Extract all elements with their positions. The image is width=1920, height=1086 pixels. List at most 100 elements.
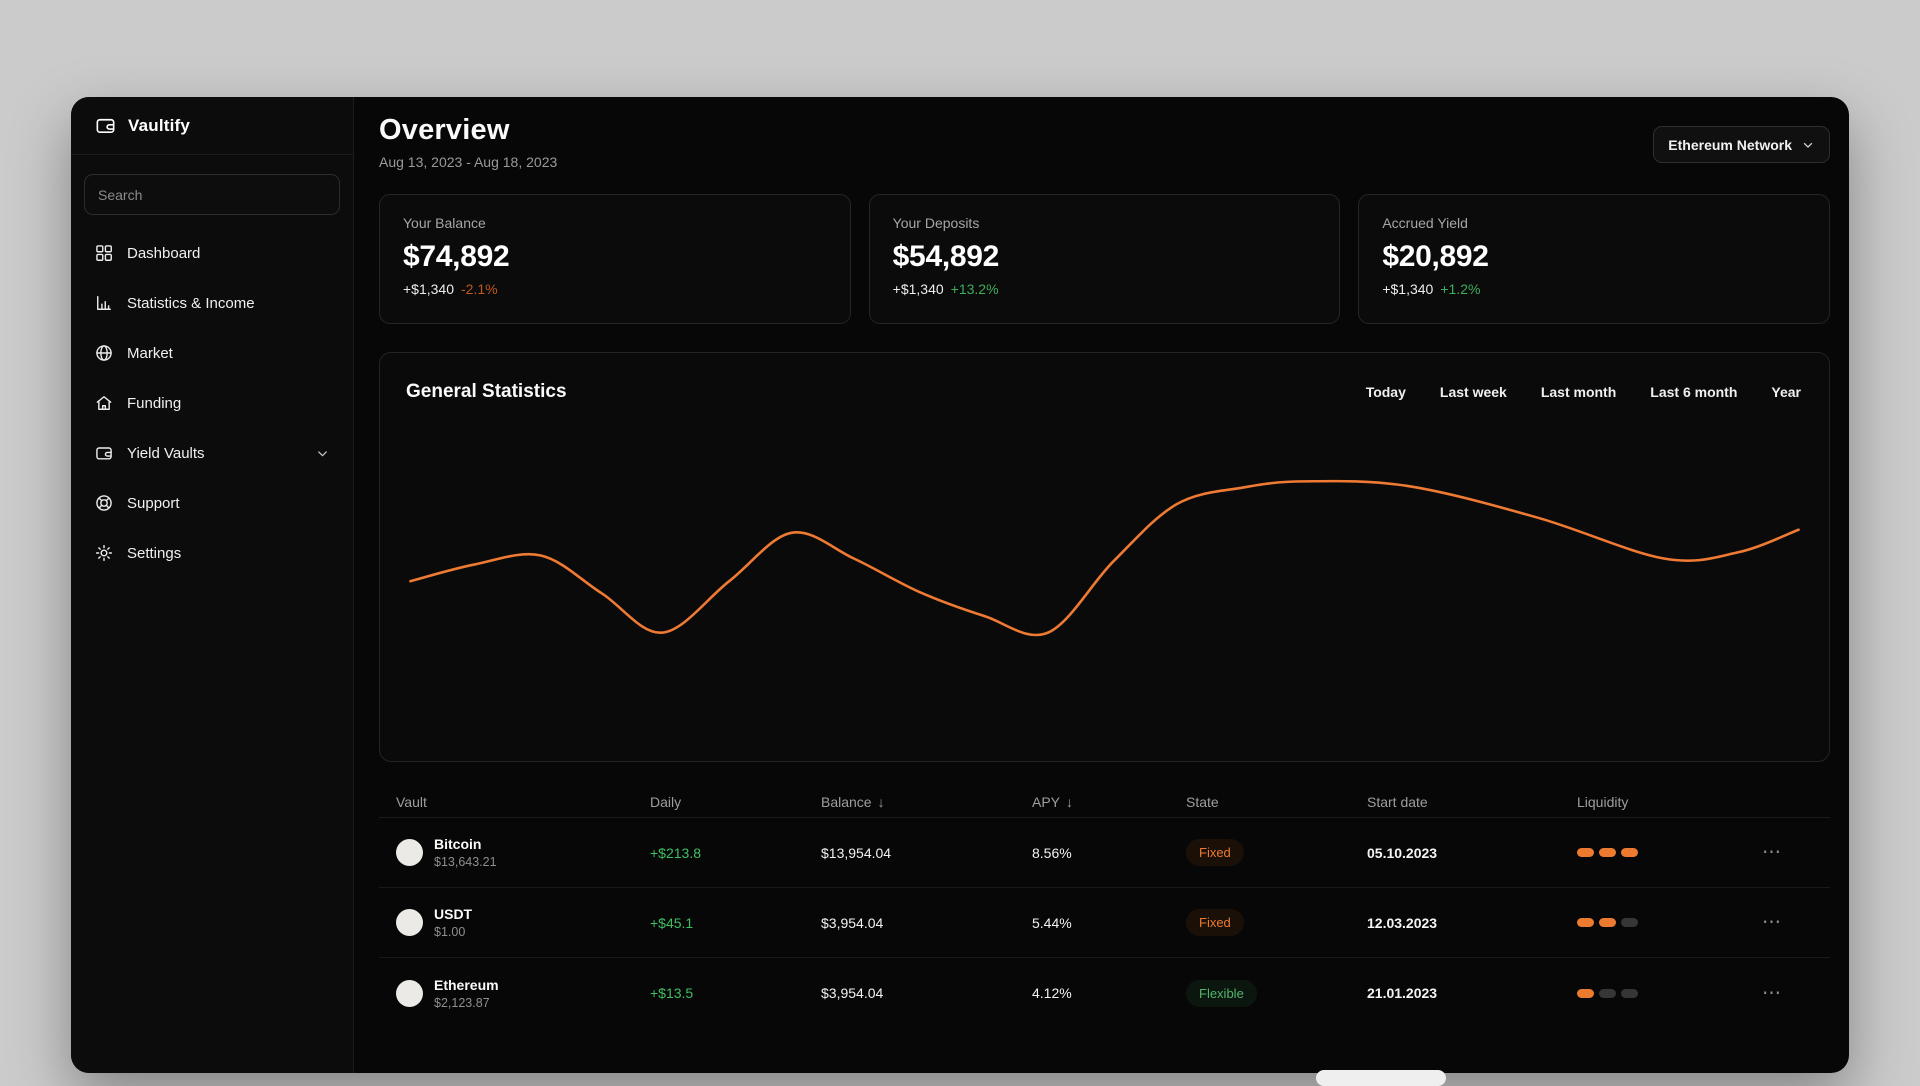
filter-last-week[interactable]: Last week xyxy=(1440,384,1507,400)
filter-year[interactable]: Year xyxy=(1771,384,1801,400)
sidebar-item-support[interactable]: Support xyxy=(94,478,330,528)
table-row-bitcoin[interactable]: Bitcoin $13,643.21 +$213.8 $13,954.04 8.… xyxy=(379,818,1830,888)
sidebar-item-label: Support xyxy=(127,494,180,512)
sort-desc-icon: ↓ xyxy=(877,794,885,810)
chart-title: General Statistics xyxy=(406,381,567,402)
globe-icon xyxy=(96,345,112,361)
stat-card-label: Your Deposits xyxy=(892,215,980,231)
sidebar-item-yield-vaults[interactable]: Yield Vaults xyxy=(94,428,330,478)
sidebar-item-label: Dashboard xyxy=(127,244,201,262)
vault-coin-avatar xyxy=(396,909,423,936)
statistics-line-chart xyxy=(409,479,1800,637)
app-name: Vaultify xyxy=(128,115,191,135)
cell-daily: +$45.1 xyxy=(650,914,694,931)
app-logo: Vaultify xyxy=(71,97,353,155)
vault-price: $2,123.87 xyxy=(434,995,490,1010)
partial-bottom-element xyxy=(1316,1070,1446,1086)
vault-coin-avatar xyxy=(396,839,423,866)
cell-balance: $3,954.04 xyxy=(821,914,884,931)
chevron-down-icon xyxy=(318,450,327,456)
cell-apy: 5.44% xyxy=(1032,914,1072,931)
general-statistics-panel: General Statistics Today Last week Last … xyxy=(379,352,1830,762)
cell-apy: 8.56% xyxy=(1032,844,1072,861)
cell-start-date: 12.03.2023 xyxy=(1367,914,1438,931)
sidebar-item-label: Yield Vaults xyxy=(127,444,205,462)
liquidity-indicator xyxy=(1577,988,1762,998)
row-menu-icon[interactable]: ⋯ xyxy=(1762,984,1830,1003)
gear-icon xyxy=(95,544,113,562)
stat-card-your-deposits: Your Deposits $54,892 +$1,340 +13.2% xyxy=(868,194,1341,324)
stat-card-value: $20,892 xyxy=(1382,240,1489,273)
vault-name: Ethereum xyxy=(434,976,499,993)
sidebar-nav: Dashboard Statistics & Income Market Fun… xyxy=(71,228,353,578)
vault-price: $13,643.21 xyxy=(434,855,497,869)
vault-coin-avatar xyxy=(396,979,423,1007)
cell-start-date: 21.01.2023 xyxy=(1367,985,1438,1001)
stats-cards-row: Your Balance $74,892 +$1,340 -2.1% Your … xyxy=(379,194,1831,324)
app-window: Vaultify Dashboard Statistics & Income xyxy=(71,97,1849,1073)
sidebar-item-statistics-income[interactable]: Statistics & Income xyxy=(94,278,330,328)
chart-time-filters: Today Last week Last month Last 6 month … xyxy=(1366,384,1801,400)
chevron-down-icon xyxy=(1803,142,1813,148)
lifebuoy-icon xyxy=(96,495,112,511)
cell-start-date: 05.10.2023 xyxy=(1367,844,1438,861)
state-badge: Flexible xyxy=(1186,979,1257,1007)
vaults-table: Vault Daily Balance ↓ APY ↓ State Start da… xyxy=(379,794,1830,1028)
vault-wallet-icon xyxy=(96,447,112,460)
table-row-ethereum[interactable]: Ethereum $2,123.87 +$13.5 $3,954.04 4.12… xyxy=(379,958,1830,1028)
liquidity-indicator xyxy=(1577,848,1762,857)
row-menu-icon[interactable]: ⋯ xyxy=(1762,913,1830,932)
stat-card-value: $74,892 xyxy=(403,240,510,273)
network-selector-button[interactable]: Ethereum Network xyxy=(1653,126,1830,163)
table-row-usdt[interactable]: USDT $1.00 +$45.1 $3,954.04 5.44% Fixed … xyxy=(379,888,1830,958)
sidebar-item-label: Settings xyxy=(127,544,182,562)
sidebar-item-market[interactable]: Market xyxy=(94,328,330,378)
column-header-daily: Daily xyxy=(650,794,682,810)
stat-card-change-pct: +1.2% xyxy=(1440,281,1481,297)
cell-balance: $13,954.04 xyxy=(821,844,892,861)
stat-card-label: Your Balance xyxy=(403,215,486,231)
home-icon xyxy=(96,396,112,410)
date-range: Aug 13, 2023 - Aug 18, 2023 xyxy=(379,154,558,170)
liquidity-indicator xyxy=(1577,918,1762,927)
table-header: Vault Daily Balance ↓ APY ↓ State Start da… xyxy=(379,794,1830,818)
filter-last-6-month[interactable]: Last 6 month xyxy=(1650,384,1737,400)
network-selector-label: Ethereum Network xyxy=(1668,136,1792,153)
sidebar-item-label: Statistics & Income xyxy=(127,294,255,312)
stat-card-your-balance: Your Balance $74,892 +$1,340 -2.1% xyxy=(379,194,851,324)
cell-apy: 4.12% xyxy=(1032,985,1072,1001)
stat-card-value: $54,892 xyxy=(892,240,1000,273)
sidebar-item-settings[interactable]: Settings xyxy=(94,528,330,578)
page-title: Overview xyxy=(379,114,510,146)
search-input[interactable] xyxy=(84,174,340,215)
stat-card-change: +$1,340 xyxy=(403,281,454,297)
column-header-start-date: Start date xyxy=(1367,794,1428,810)
sidebar: Vaultify Dashboard Statistics & Income xyxy=(71,97,354,1073)
wallet-icon xyxy=(96,118,115,134)
cell-balance: $3,954.04 xyxy=(821,985,884,1001)
vault-price: $1.00 xyxy=(434,925,466,939)
filter-today[interactable]: Today xyxy=(1366,384,1406,400)
cell-daily: +$213.8 xyxy=(650,844,701,861)
vault-name: Bitcoin xyxy=(434,836,482,852)
stat-card-accrued-yield: Accrued Yield $20,892 +$1,340 +1.2% xyxy=(1358,194,1831,324)
stat-card-change: +$1,340 xyxy=(1382,281,1434,297)
filter-last-month[interactable]: Last month xyxy=(1541,384,1616,400)
column-header-liquidity: Liquidity xyxy=(1577,794,1629,810)
sidebar-item-funding[interactable]: Funding xyxy=(94,378,330,428)
sidebar-item-dashboard[interactable]: Dashboard xyxy=(94,228,330,278)
sidebar-item-label: Market xyxy=(127,344,173,362)
stat-card-change-pct: +13.2% xyxy=(950,281,999,297)
vault-name: USDT xyxy=(434,906,473,922)
dashboard-grid-icon xyxy=(96,245,112,261)
state-badge: Fixed xyxy=(1186,909,1244,936)
row-menu-icon[interactable]: ⋯ xyxy=(1762,843,1830,862)
column-header-state: State xyxy=(1186,794,1219,810)
cell-daily: +$13.5 xyxy=(650,985,694,1001)
stat-card-label: Accrued Yield xyxy=(1382,215,1468,231)
sort-desc-icon: ↓ xyxy=(1066,794,1074,810)
column-header-balance[interactable]: Balance ↓ xyxy=(821,794,1032,810)
main-content: Overview Aug 13, 2023 - Aug 18, 2023 Eth… xyxy=(354,97,1849,1073)
column-header-apy[interactable]: APY ↓ xyxy=(1032,794,1186,810)
bar-chart-icon xyxy=(97,296,111,310)
